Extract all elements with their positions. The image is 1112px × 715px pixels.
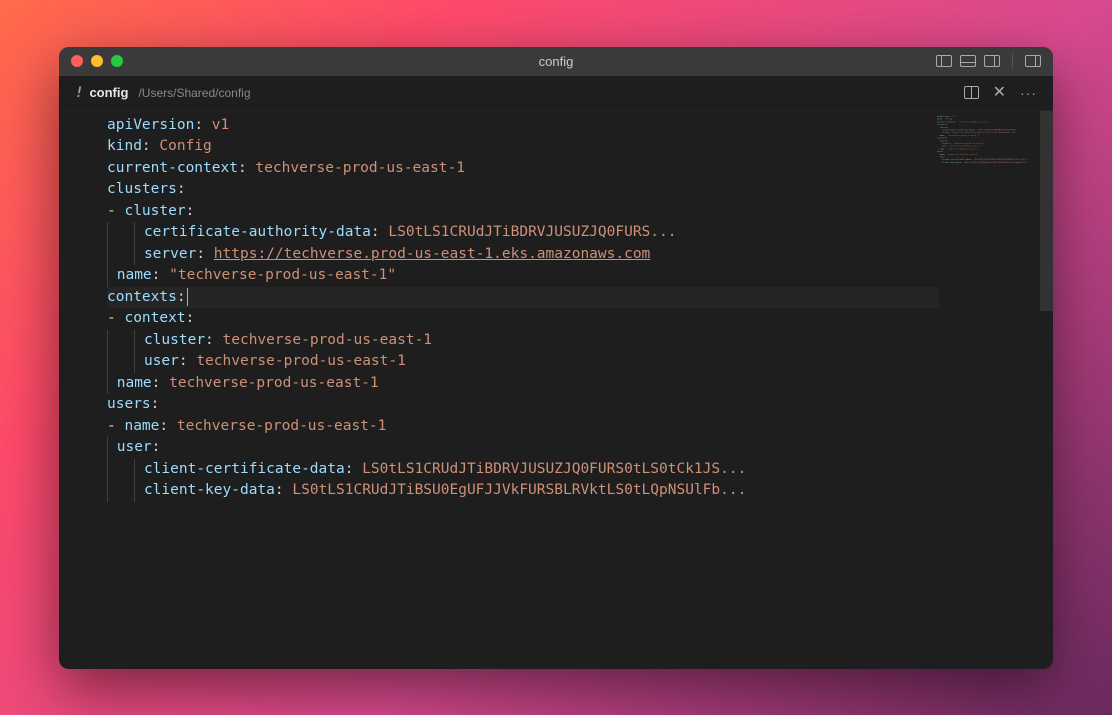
close-tab-button[interactable]: ✕ <box>993 85 1006 101</box>
yaml-key: users <box>107 396 151 412</box>
text-cursor <box>187 288 188 306</box>
code-editor[interactable]: apiVersion: v1 kind: Config current-cont… <box>59 111 939 669</box>
tab-filepath: /Users/Shared/config <box>138 86 250 100</box>
customize-layout-icon[interactable] <box>1025 55 1041 67</box>
yaml-key: name <box>117 375 152 391</box>
yaml-value: Config <box>159 138 211 154</box>
window-title: config <box>539 54 574 69</box>
minimap-content: apiVersion: v1 kind: Config current-cont… <box>937 115 1033 164</box>
toggle-primary-sidebar-icon[interactable] <box>936 55 952 67</box>
yaml-value: LS0tLS1CRUdJTiBDRVJUSUZJQ0FURS... <box>388 224 676 240</box>
yaml-key: contexts <box>107 289 177 305</box>
yaml-value: LS0tLS1CRUdJTiBSU0EgUFJJVkFURSBLRVktLS0t… <box>292 482 746 498</box>
yaml-key: client-certificate-data <box>144 461 345 477</box>
titlebar-layout-controls <box>936 53 1041 69</box>
yaml-key: name <box>124 418 159 434</box>
scrollbar-thumb[interactable] <box>1040 111 1053 311</box>
yaml-key: clusters <box>107 181 177 197</box>
more-actions-button[interactable]: ··· <box>1020 85 1037 101</box>
file-type-icon: ! <box>75 85 83 101</box>
yaml-key: current-context <box>107 160 238 176</box>
yaml-link[interactable]: https://techverse.prod-us-east-1.eks.ama… <box>214 246 651 262</box>
yaml-key: user <box>144 353 179 369</box>
scrollbar[interactable] <box>1039 111 1053 669</box>
yaml-key: user <box>117 439 152 455</box>
tab-bar: ! config /Users/Shared/config ✕ ··· <box>59 76 1053 111</box>
titlebar: config <box>59 47 1053 76</box>
yaml-value: techverse-prod-us-east-1 <box>255 160 465 176</box>
yaml-value: v1 <box>212 117 229 133</box>
traffic-lights <box>71 55 123 67</box>
editor-area: apiVersion: v1 kind: Config current-cont… <box>59 111 1053 669</box>
yaml-value: techverse-prod-us-east-1 <box>223 332 433 348</box>
editor-window: config ! config /Users/Shared/config ✕ ·… <box>59 47 1053 669</box>
yaml-value: techverse-prod-us-east-1 <box>196 353 406 369</box>
yaml-key: cluster <box>124 203 185 219</box>
yaml-value: LS0tLS1CRUdJTiBDRVJUSUZJQ0FURS0tLS0tCk1J… <box>362 461 746 477</box>
yaml-key: kind <box>107 138 142 154</box>
minimap[interactable]: apiVersion: v1 kind: Config current-cont… <box>939 111 1039 669</box>
split-editor-button[interactable] <box>964 86 979 99</box>
yaml-key: certificate-authority-data <box>144 224 371 240</box>
yaml-key: client-key-data <box>144 482 275 498</box>
editor-tab[interactable]: ! config /Users/Shared/config <box>75 85 251 101</box>
yaml-key: cluster <box>144 332 205 348</box>
yaml-key: context <box>124 310 185 326</box>
yaml-value: techverse-prod-us-east-1 <box>177 418 387 434</box>
maximize-window-button[interactable] <box>111 55 123 67</box>
tab-filename: config <box>89 85 128 100</box>
yaml-key: name <box>117 267 152 283</box>
minimize-window-button[interactable] <box>91 55 103 67</box>
toggle-panel-icon[interactable] <box>960 55 976 67</box>
yaml-key: server <box>144 246 196 262</box>
split-editor-icon <box>964 86 979 99</box>
close-window-button[interactable] <box>71 55 83 67</box>
titlebar-divider <box>1012 53 1013 69</box>
toggle-secondary-sidebar-icon[interactable] <box>984 55 1000 67</box>
tab-actions: ✕ ··· <box>964 85 1037 101</box>
yaml-value: "techverse-prod-us-east-1" <box>169 267 396 283</box>
yaml-value: techverse-prod-us-east-1 <box>169 375 379 391</box>
yaml-key: apiVersion <box>107 117 194 133</box>
